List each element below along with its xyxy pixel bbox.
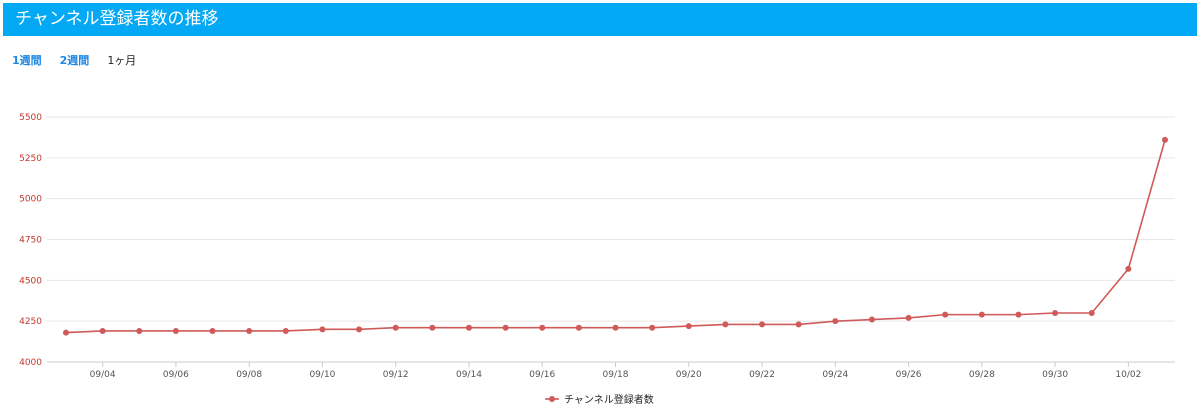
x-tick-label: 09/18 (603, 370, 629, 380)
x-tick-label: 09/06 (163, 370, 189, 380)
data-point (978, 311, 985, 318)
data-point (465, 324, 472, 331)
x-tick-label: 09/24 (822, 370, 848, 380)
y-tick-label: 4750 (19, 236, 42, 246)
data-point (63, 329, 69, 336)
data-point (356, 326, 363, 333)
data-point (246, 327, 253, 334)
x-tick-label: 09/16 (529, 370, 555, 380)
data-point (575, 324, 582, 331)
y-tick-label: 4500 (19, 276, 42, 286)
x-tick-label: 09/26 (896, 370, 922, 380)
data-point (319, 326, 326, 333)
data-point (1088, 310, 1095, 316)
data-point (795, 321, 802, 328)
x-tick-label: 09/30 (1042, 370, 1068, 380)
y-tick-label: 5000 (19, 195, 42, 205)
series-layer (63, 136, 1168, 336)
data-point (172, 327, 179, 334)
data-point (502, 324, 509, 331)
data-point (942, 311, 949, 318)
x-tick-label: 09/14 (456, 370, 482, 380)
data-point (612, 324, 619, 331)
data-point (1052, 310, 1059, 316)
x-tick-label: 09/10 (309, 370, 335, 380)
y-tick-label: 4000 (19, 358, 42, 368)
x-tick-label: 09/12 (383, 370, 409, 380)
data-point (1125, 265, 1132, 272)
data-point (649, 324, 656, 331)
data-point (1015, 311, 1022, 318)
x-tick-label: 09/22 (749, 370, 775, 380)
x-tick-label: 09/08 (236, 370, 262, 380)
data-point (832, 318, 839, 325)
x-tick-label: 09/04 (90, 370, 116, 380)
data-point (539, 324, 546, 331)
x-tick-label: 09/20 (676, 370, 702, 380)
legend[interactable]: チャンネル登録者数 (545, 393, 654, 406)
data-point (759, 321, 766, 328)
data-point (685, 323, 692, 330)
y-tick-label: 5250 (19, 154, 42, 164)
x-tick-label: 09/28 (969, 370, 995, 380)
grid-lines (47, 116, 1175, 322)
legend-marker (549, 396, 555, 402)
x-axis-ticks: 09/04 09/06 09/08 09/10 09/12 09/14 09/16 09/18… (90, 362, 1141, 380)
series-line (65, 139, 1166, 334)
x-tick-label: 10/02 (1115, 370, 1141, 380)
y-tick-label: 4250 (19, 317, 42, 327)
data-point (905, 314, 912, 321)
data-point (1162, 136, 1168, 143)
data-point (282, 327, 289, 334)
y-tick-label: 5500 (19, 113, 42, 123)
data-point (99, 327, 106, 334)
data-point (429, 324, 436, 331)
legend-label: チャンネル登録者数 (564, 393, 654, 406)
data-point (868, 316, 875, 323)
data-point (209, 327, 216, 334)
data-point (136, 327, 143, 334)
y-axis-ticks: 4000 4250 4500 4750 5000 5250 5500 (19, 113, 42, 368)
subscriber-line-chart: 4000425045004750500052505500 09/04 09/06 0… (19, 113, 1175, 406)
data-point (392, 324, 399, 331)
data-point (722, 321, 729, 328)
